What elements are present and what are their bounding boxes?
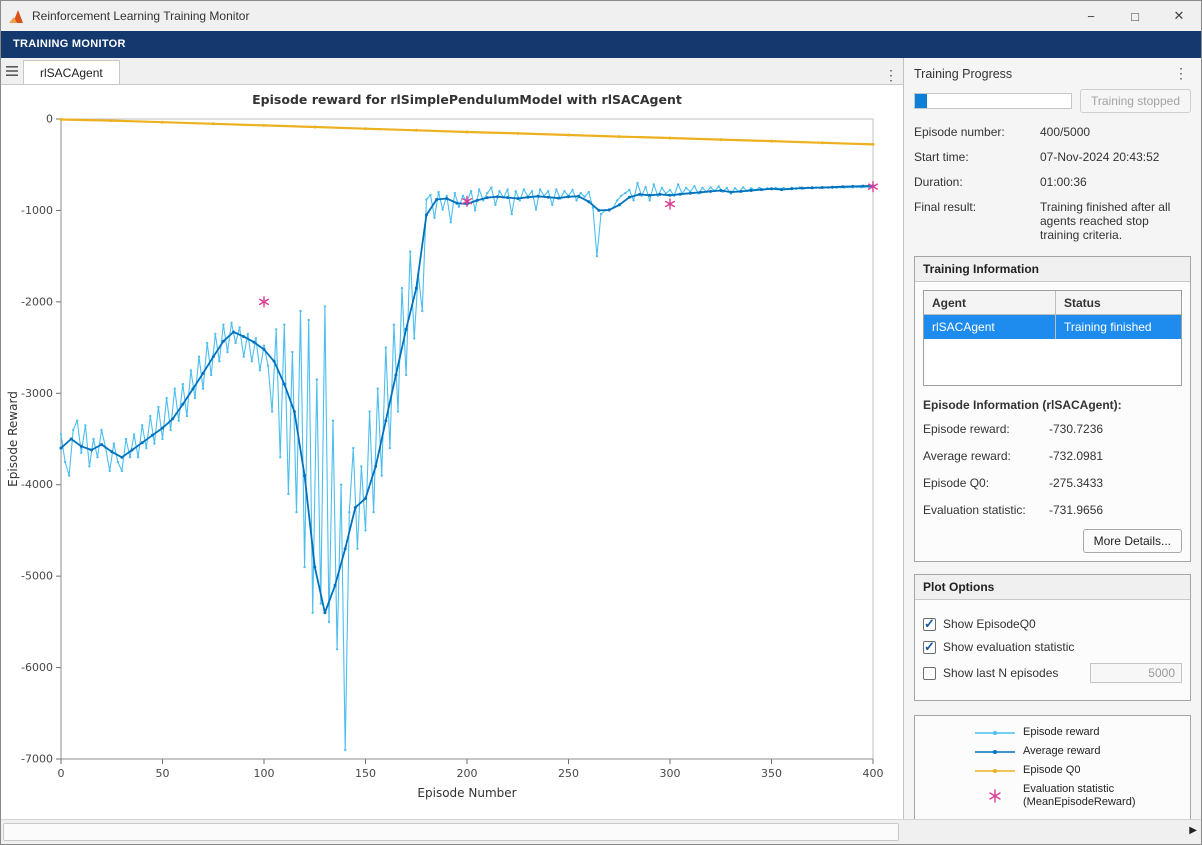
last-n-episodes-input[interactable]	[1090, 663, 1182, 683]
toolstrip: TRAINING MONITOR	[1, 31, 1201, 58]
episode-info-title: Episode Information (rlSACAgent):	[923, 398, 1182, 412]
svg-text:-1000: -1000	[21, 204, 53, 217]
info-label: Evaluation statistic:	[923, 503, 1049, 517]
progress-info: Episode number: 400/5000 Start time: 07-…	[904, 117, 1201, 252]
column-header-agent: Agent	[924, 291, 1056, 314]
plot-area	[61, 119, 873, 759]
svg-text:300: 300	[660, 767, 681, 780]
info-label: Average reward:	[923, 449, 1049, 463]
legend-item-average-reward: Average reward	[973, 745, 1190, 758]
training-progress-bar	[914, 93, 1072, 109]
legend-item-episode-reward: Episode reward	[973, 726, 1190, 739]
window-title: Reinforcement Learning Training Monitor	[32, 9, 249, 23]
line-dot-marker-icon	[973, 747, 1017, 757]
info-label: Final result:	[914, 200, 1040, 242]
expand-arrow-icon[interactable]: ▶	[1189, 825, 1197, 836]
show-evaluation-statistic-checkbox[interactable]: Show evaluation statistic	[923, 640, 1182, 654]
checkbox-icon	[923, 667, 936, 680]
training-information-section: Training Information Agent Status rlSACA…	[914, 256, 1191, 562]
svg-text:-3000: -3000	[21, 387, 53, 400]
line-dot-marker-icon	[973, 728, 1017, 738]
info-value: -730.7236	[1049, 422, 1182, 436]
section-title: Training Information	[915, 257, 1190, 282]
asterisk-marker-icon	[973, 789, 1017, 803]
checkbox-icon	[923, 641, 936, 654]
svg-text:0: 0	[58, 767, 65, 780]
info-value: 01:00:36	[1040, 175, 1191, 189]
info-label: Episode Q0:	[923, 476, 1049, 490]
svg-text:400: 400	[863, 767, 884, 780]
episode-info: Episode reward: -730.7236 Average reward…	[923, 422, 1182, 517]
app-window: Reinforcement Learning Training Monitor …	[0, 0, 1202, 845]
svg-text:100: 100	[254, 767, 275, 780]
legend-item-evaluation-statistic: Evaluation statistic (MeanEpisodeReward)	[973, 783, 1190, 809]
training-chart: Episode reward for rlSimplePendulumModel…	[1, 85, 893, 811]
progress-bar-fill	[915, 94, 927, 108]
svg-text:50: 50	[156, 767, 170, 780]
x-axis-label: Episode Number	[417, 786, 516, 800]
line-dot-marker-icon	[973, 766, 1017, 776]
agent-cell: rlSACAgent	[924, 315, 1056, 339]
tab-overflow-menu-icon[interactable]: ⋮	[879, 67, 903, 84]
svg-text:350: 350	[761, 767, 782, 780]
info-value: Training finished after all agents reach…	[1040, 200, 1191, 242]
bottom-scrollbar[interactable]: ▶	[1, 819, 1201, 844]
panel-menu-icon[interactable]: ⋮	[1169, 65, 1193, 82]
svg-text:-6000: -6000	[21, 661, 53, 674]
svg-text:-2000: -2000	[21, 295, 53, 308]
svg-text:-7000: -7000	[21, 753, 53, 766]
show-last-n-episodes-checkbox[interactable]: Show last N episodes	[923, 666, 1058, 680]
info-label: Episode reward:	[923, 422, 1049, 436]
maximize-button[interactable]: □	[1113, 1, 1157, 31]
close-button[interactable]: ✕	[1157, 1, 1201, 31]
tab-rlsacagent[interactable]: rlSACAgent	[23, 60, 120, 84]
panel-title: Training Progress	[914, 67, 1012, 81]
y-axis-label: Episode Reward	[6, 391, 20, 487]
info-value: -731.9656	[1049, 503, 1182, 517]
show-episodeq0-checkbox[interactable]: Show EpisodeQ0	[923, 617, 1182, 631]
info-value: 400/5000	[1040, 125, 1191, 139]
minimize-button[interactable]: −	[1069, 1, 1113, 31]
chart-legend: Episode reward Average reward Episode Q0	[914, 715, 1191, 819]
svg-text:0: 0	[46, 113, 53, 126]
svg-text:-5000: -5000	[21, 570, 53, 583]
checkbox-label: Show EpisodeQ0	[943, 617, 1036, 631]
document-grid-icon[interactable]	[1, 58, 23, 84]
window-titlebar: Reinforcement Learning Training Monitor …	[1, 1, 1201, 31]
checkbox-label: Show last N episodes	[943, 666, 1058, 680]
svg-text:250: 250	[558, 767, 579, 780]
training-progress-panel: Training Progress ⋮ Training stopped Epi…	[904, 58, 1201, 819]
info-label: Duration:	[914, 175, 1040, 189]
agent-status-table: Agent Status rlSACAgent Training finishe…	[923, 290, 1182, 386]
svg-text:-4000: -4000	[21, 478, 53, 491]
document-tab-bar: rlSACAgent ⋮	[1, 58, 903, 85]
info-value: -275.3433	[1049, 476, 1182, 490]
info-label: Episode number:	[914, 125, 1040, 139]
y-axis: 0 -1000 -2000 -3000 -4000 -5000 -6000 -7000	[21, 113, 61, 766]
plot-options-section: Plot Options Show EpisodeQ0 Show evaluat…	[914, 574, 1191, 701]
section-title: Plot Options	[915, 575, 1190, 600]
chart-region: Episode reward for rlSimplePendulumModel…	[1, 85, 903, 819]
table-empty-area	[924, 339, 1181, 385]
info-label: Start time:	[914, 150, 1040, 164]
info-value: -732.0981	[1049, 449, 1182, 463]
table-header-row: Agent Status	[924, 291, 1181, 315]
status-cell: Training finished	[1056, 315, 1181, 339]
toolstrip-tab-training-monitor[interactable]: TRAINING MONITOR	[1, 31, 138, 58]
horizontal-scrollbar-thumb[interactable]	[3, 823, 899, 841]
more-details-button[interactable]: More Details...	[1083, 529, 1182, 553]
column-header-status: Status	[1056, 291, 1181, 314]
document-area: rlSACAgent ⋮ Episode reward for rlSimple…	[1, 58, 904, 819]
chart-title: Episode reward for rlSimplePendulumModel…	[252, 92, 682, 107]
checkbox-label: Show evaluation statistic	[943, 640, 1074, 654]
info-value: 07-Nov-2024 20:43:52	[1040, 150, 1191, 164]
training-stopped-button[interactable]: Training stopped	[1080, 89, 1191, 113]
svg-text:150: 150	[355, 767, 376, 780]
table-row-rlsacagent[interactable]: rlSACAgent Training finished	[924, 315, 1181, 339]
checkbox-icon	[923, 618, 936, 631]
matlab-logo-icon	[9, 9, 25, 24]
x-axis: 0 50 100 150 200 250 300 350 400	[58, 759, 884, 780]
legend-item-episode-q0: Episode Q0	[973, 764, 1190, 777]
svg-text:200: 200	[457, 767, 478, 780]
